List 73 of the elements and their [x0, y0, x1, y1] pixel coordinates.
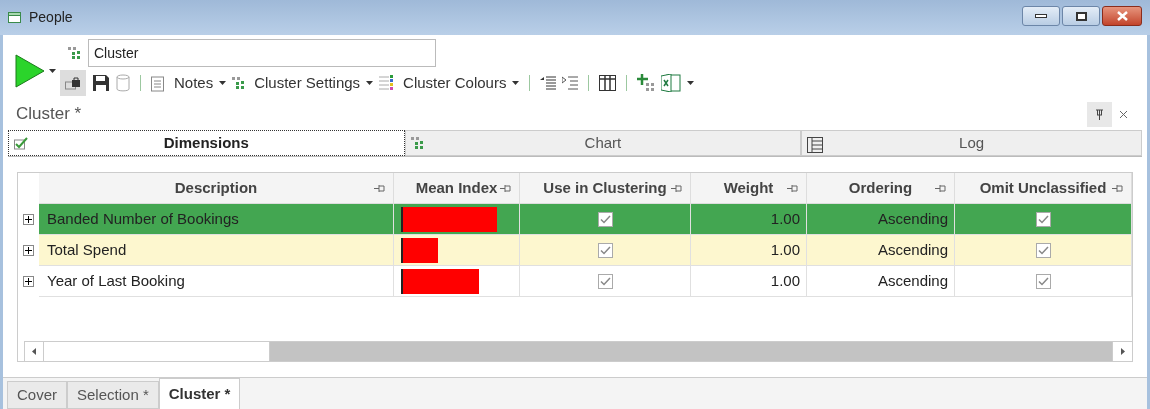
- expand-button[interactable]: [23, 245, 34, 256]
- maximize-button[interactable]: [1062, 6, 1100, 26]
- notes-icon[interactable]: [151, 74, 164, 92]
- expand-button[interactable]: [23, 276, 34, 287]
- colours-icon[interactable]: [379, 75, 394, 91]
- columns-icon[interactable]: [599, 75, 617, 91]
- column-header[interactable]: Mean Index: [394, 173, 520, 204]
- cluster-colours-button[interactable]: Cluster Colours: [403, 71, 507, 95]
- pin-icon[interactable]: [787, 184, 798, 193]
- caret-icon[interactable]: [366, 81, 374, 85]
- notes-button[interactable]: Notes: [174, 71, 214, 95]
- caret-icon[interactable]: [512, 81, 520, 85]
- pin-icon[interactable]: [935, 184, 946, 193]
- tab[interactable]: Log: [801, 130, 1142, 156]
- scroll-left-icon[interactable]: [32, 348, 36, 355]
- log-icon: [807, 137, 824, 153]
- expand-button[interactable]: [23, 214, 34, 225]
- close-button[interactable]: [1102, 6, 1142, 26]
- panel-title: Cluster *: [16, 103, 82, 126]
- cluster-icon: [68, 47, 80, 59]
- checkbox[interactable]: [1035, 273, 1051, 289]
- lock-icon[interactable]: [60, 70, 86, 96]
- tab[interactable]: Chart: [404, 130, 802, 156]
- table-cell: Ascending: [807, 235, 955, 266]
- window-icon: [8, 12, 21, 23]
- table-cell: 1.00: [691, 235, 807, 266]
- column-header[interactable]: Description: [39, 173, 394, 204]
- checkbox[interactable]: [1035, 211, 1051, 227]
- cluster-settings-icon: [232, 77, 245, 89]
- table-cell: Year of Last Booking: [39, 266, 394, 297]
- excel-icon[interactable]: [661, 74, 682, 92]
- add-cluster-icon[interactable]: [637, 74, 656, 92]
- document-tab[interactable]: Selection *: [67, 381, 159, 409]
- column-header[interactable]: Weight: [691, 173, 807, 204]
- caret-icon[interactable]: [687, 81, 695, 85]
- checkbox[interactable]: [597, 273, 613, 289]
- minimize-button[interactable]: [1022, 6, 1060, 26]
- column-header[interactable]: Omit Unclassified: [955, 173, 1132, 204]
- checkbox-icon: [14, 137, 28, 150]
- caret-icon[interactable]: [49, 68, 56, 73]
- close-icon: [1118, 109, 1128, 119]
- pin-icon[interactable]: [671, 184, 682, 193]
- pin-icon[interactable]: [374, 184, 385, 193]
- document-tab[interactable]: Cover: [7, 381, 67, 409]
- column-header[interactable]: Ordering: [807, 173, 955, 204]
- table-cell: Ascending: [807, 204, 955, 235]
- table-cell: 1.00: [691, 204, 807, 235]
- name-field[interactable]: Cluster: [88, 39, 436, 67]
- sort-ascending-icon[interactable]: [562, 75, 579, 91]
- cluster-icon: [410, 137, 423, 149]
- table-cell: Banded Number of Bookings: [39, 204, 394, 235]
- checkbox[interactable]: [597, 242, 613, 258]
- window-title: People: [29, 8, 73, 27]
- pin-button[interactable]: [1087, 101, 1112, 127]
- scroll-right-icon[interactable]: [1120, 348, 1125, 355]
- document-tab[interactable]: Cluster *: [158, 378, 241, 409]
- save-icon[interactable]: [92, 74, 110, 92]
- caret-icon[interactable]: [219, 81, 227, 85]
- play-icon[interactable]: [15, 53, 45, 88]
- column-header[interactable]: Use in Clustering: [520, 173, 691, 204]
- pin-icon[interactable]: [500, 184, 511, 193]
- table-cell: Total Spend: [39, 235, 394, 266]
- tab[interactable]: Dimensions: [8, 130, 405, 156]
- pin-icon[interactable]: [1112, 184, 1123, 193]
- table-cell: Ascending: [807, 266, 955, 297]
- checkbox[interactable]: [1035, 242, 1051, 258]
- close-icon: [1116, 11, 1128, 21]
- checkbox[interactable]: [597, 211, 613, 227]
- horizontal-scrollbar[interactable]: [24, 341, 1132, 361]
- cluster-settings-button[interactable]: Cluster Settings: [254, 71, 361, 95]
- table-cell: 1.00: [691, 266, 807, 297]
- pin-icon: [1095, 108, 1104, 120]
- sort-descending-icon[interactable]: [540, 75, 557, 91]
